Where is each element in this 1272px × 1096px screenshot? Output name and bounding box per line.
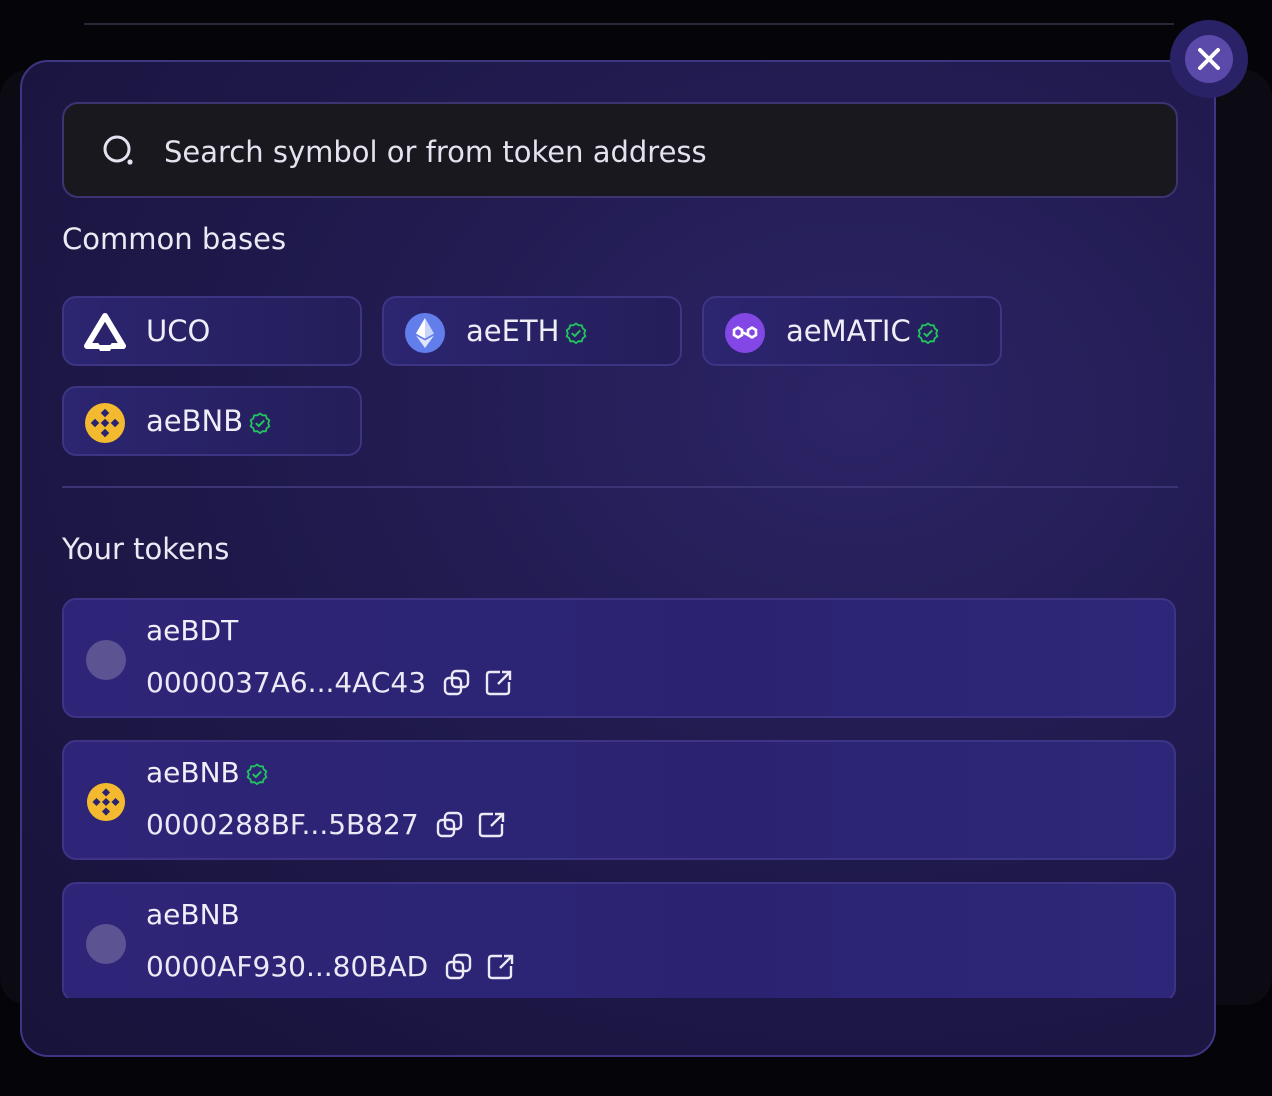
base-chip-aeeth[interactable]: aeETH [382,296,682,366]
background-divider [84,23,1174,25]
token-address: 0000288BF...5B827 [146,808,419,841]
close-button-inner [1185,35,1233,83]
token-list[interactable]: aeBDT 0000037A6...4AC43 aeBNB 0000288BF.… [62,596,1178,998]
base-chip-symbol: aeETH [466,314,560,348]
search-input[interactable] [162,124,1126,180]
token-selector-modal: Common bases UCO aeETH [20,60,1216,1057]
placeholder-token-icon [86,924,126,964]
bnb-logo-svg [86,782,126,822]
base-chip-label: aeBNB [146,404,271,438]
base-chip-label: aeETH [466,314,587,348]
page: Common bases UCO aeETH [0,0,1272,1096]
token-address-line: 0000AF930...80BAD [146,950,516,983]
common-bases-heading: Common bases [62,222,287,256]
token-address: 0000037A6...4AC43 [146,666,427,699]
base-chip-symbol: aeMATIC [786,314,911,348]
token-address-line: 0000037A6...4AC43 [146,666,514,699]
close-button[interactable] [1170,20,1248,98]
copy-icon[interactable] [444,952,474,982]
token-symbol-line: aeBNB [146,756,268,789]
token-symbol: aeBNB [146,898,240,931]
uco-logo-icon [84,313,126,352]
external-link-icon[interactable] [484,668,514,698]
bnb-logo-icon [86,782,126,822]
verified-badge-icon [917,322,939,344]
search-icon [103,135,133,165]
token-address: 0000AF930...80BAD [146,950,429,983]
verified-badge-icon [246,763,268,785]
polygon-logo-icon [725,313,765,353]
placeholder-token-icon [86,640,126,680]
token-row-aebdt[interactable]: aeBDT 0000037A6...4AC43 [62,598,1176,718]
your-tokens-heading: Your tokens [62,532,230,566]
token-row-aebnb-verified[interactable]: aeBNB 0000288BF...5B827 [62,740,1176,860]
bnb-logo-icon [85,403,125,443]
token-symbol: aeBDT [146,614,239,647]
section-divider [62,486,1178,488]
close-icon [1198,48,1220,70]
base-chip-aematic[interactable]: aeMATIC [702,296,1002,366]
base-chip-label: aeMATIC [786,314,939,348]
base-chip-aebnb[interactable]: aeBNB [62,386,362,456]
base-chip-uco[interactable]: UCO [62,296,362,366]
verified-badge-icon [249,412,271,434]
copy-icon[interactable] [435,810,465,840]
token-symbol: aeBNB [146,756,240,789]
copy-icon[interactable] [442,668,472,698]
external-link-icon[interactable] [486,952,516,982]
search-bar[interactable] [62,102,1178,198]
token-address-line: 0000288BF...5B827 [146,808,507,841]
ethereum-logo-icon [405,313,445,353]
external-link-icon[interactable] [477,810,507,840]
base-chip-label: UCO [146,314,211,348]
base-chip-symbol: aeBNB [146,404,244,438]
token-row-aebnb[interactable]: aeBNB 0000AF930...80BAD [62,882,1176,998]
verified-badge-icon [566,322,587,344]
